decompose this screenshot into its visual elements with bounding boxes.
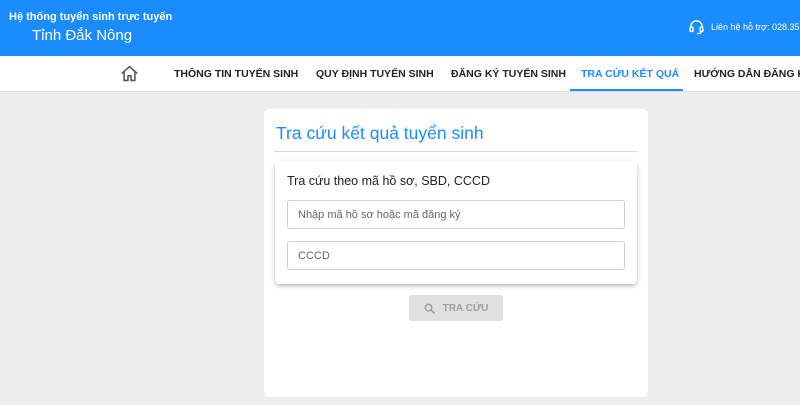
page-title: Tra cứu kết quả tuyển sinh — [276, 123, 484, 143]
nav-item-register[interactable]: ĐĂNG KÝ TUYỂN SINH — [451, 56, 566, 91]
title-divider — [274, 151, 637, 152]
lookup-form-panel: Tra cứu theo mã hồ sơ, SBD, CCCD — [275, 161, 637, 284]
nav-item-lookup-results[interactable]: TRA CỨU KẾT QUẢ — [581, 56, 679, 91]
lookup-card: Tra cứu kết quả tuyển sinh Tra cứu theo … — [264, 109, 648, 397]
nav-item-admission-info[interactable]: THÔNG TIN TUYỂN SINH — [174, 56, 298, 91]
nav-item-admission-rules[interactable]: QUY ĐỊNH TUYỂN SINH — [316, 56, 434, 91]
system-title: Hệ thống tuyển sinh trực tuyến — [9, 11, 173, 23]
citizen-id-input[interactable] — [287, 241, 625, 270]
support-contact[interactable]: Liên hệ hỗ trợ: 028.35 — [688, 18, 799, 35]
top-header: Hệ thống tuyển sinh trực tuyến Tỉnh Đắk … — [0, 0, 800, 56]
province-name: Tỉnh Đắk Nông — [32, 27, 133, 44]
search-icon — [424, 303, 435, 314]
main-nav: THÔNG TIN TUYỂN SINH QUY ĐỊNH TUYỂN SINH… — [0, 56, 800, 92]
application-code-input[interactable] — [287, 200, 625, 229]
home-icon[interactable] — [120, 65, 139, 82]
headset-icon — [689, 20, 704, 35]
lookup-button[interactable]: TRA CỨU — [409, 295, 503, 321]
lookup-button-label: TRA CỨU — [442, 302, 489, 314]
nav-item-registration-guide[interactable]: HƯỚNG DẪN ĐĂNG KÝ — [694, 56, 800, 91]
active-tab-indicator — [570, 89, 683, 91]
lookup-form-title: Tra cứu theo mã hồ sơ, SBD, CCCD — [287, 174, 490, 188]
support-text: Liên hệ hỗ trợ: 028.35 — [711, 21, 800, 32]
